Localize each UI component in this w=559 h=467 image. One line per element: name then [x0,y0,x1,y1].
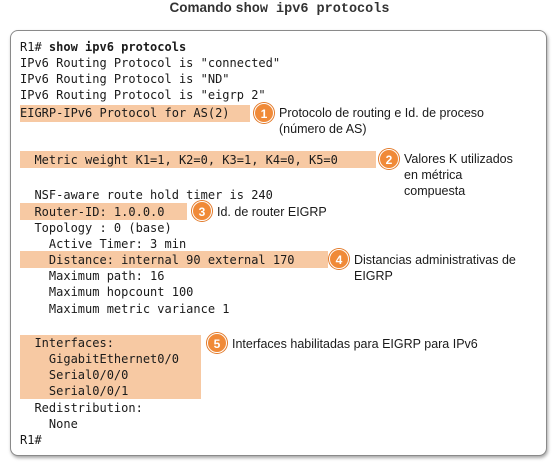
command: show ipv6 protocols [48,40,187,54]
output-line: Topology : 0 (base) [20,221,172,235]
output-line: R1# [20,433,42,447]
figure-title: Comando show ipv6 protocols [0,0,559,22]
callout-note-3: Id. de router EIGRP [217,205,327,219]
output-line: Metric weight K1=1, K2=0, K3=1, K4=0, K5… [20,153,338,167]
output-line: Serial0/0/1 [20,384,129,398]
output-line: GigabitEthernet0/0 [20,352,179,366]
callout-badge-3: 3 [192,201,212,221]
output-line: None [20,417,78,431]
callout-badge-2: 2 [379,149,399,169]
output-line: Redistribution: [20,401,143,415]
output-line: Distance: internal 90 external 170 [20,253,295,267]
output-line: IPv6 Routing Protocol is "connected" [20,56,281,70]
output-line: IPv6 Routing Protocol is "ND" [20,72,230,86]
output-line: IPv6 Routing Protocol is "eigrp 2" [20,88,266,102]
callout-badge-5: 5 [207,333,227,353]
title-command: show ipv6 protocols [235,2,390,17]
output-line: Maximum metric variance 1 [20,302,230,316]
callout-note-4: Distancias administrativas de EIGRP [354,253,516,283]
output-line: EIGRP-IPv6 Protocol for AS(2) [20,106,230,120]
callout-badge-4: 4 [329,249,349,269]
output-line: NSF-aware route hold timer is 240 [20,188,273,202]
callout-note-1: Protocolo de routing e Id. de proceso (n… [279,106,484,136]
output-line: Interfaces: [20,336,114,350]
output-line: Serial0/0/0 [20,368,129,382]
output-line: Maximum path: 16 [20,269,165,283]
callout-note-2: Valores K utilizados en métrica compuest… [404,152,513,198]
prompt-line: R1# show ipv6 protocols [20,39,186,55]
terminal-output: R1# show ipv6 protocols IPv6 Routing Pro… [10,30,547,456]
callout-note-5: Interfaces habilitadas para EIGRP para I… [232,337,478,351]
title-prefix: Comando [169,0,236,15]
output-line: Maximum hopcount 100 [20,285,194,299]
callout-badge-1: 1 [254,103,274,123]
output-line: Router-ID: 1.0.0.0 [20,205,165,219]
output-line: Active Timer: 3 min [20,237,187,251]
prompt: R1# [20,40,49,54]
